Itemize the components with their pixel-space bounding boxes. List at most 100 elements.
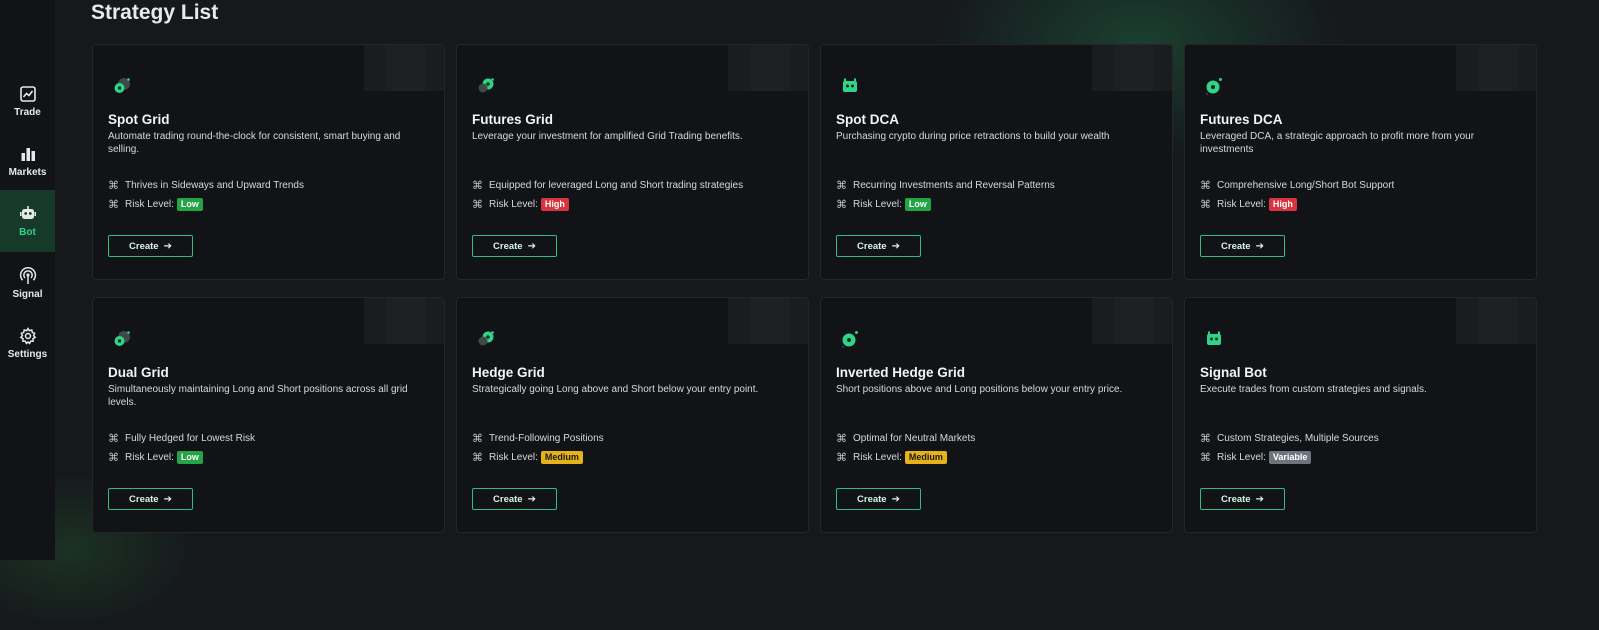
create-button[interactable]: Create ➔ <box>1200 488 1285 510</box>
card-decoration <box>1092 45 1172 91</box>
risk-badge: Low <box>176 198 203 211</box>
nav-item-trade[interactable]: Trade <box>0 70 55 132</box>
page-title: Strategy List <box>91 1 219 24</box>
card-decoration <box>364 45 444 91</box>
risk-badge: High <box>540 198 569 211</box>
create-label: Create <box>493 493 523 505</box>
create-button[interactable]: Create ➔ <box>472 488 557 510</box>
command-icon: ⌘ <box>1200 433 1211 445</box>
risk-badge: Low <box>176 451 203 464</box>
risk-level: ⌘ Risk Level: Low <box>108 198 203 211</box>
strategy-title: Signal Bot <box>1200 365 1267 380</box>
strategy-description: Leverage your investment for amplified G… <box>472 131 743 142</box>
card-decoration <box>1456 45 1536 91</box>
feature-text: Thrives in Sideways and Upward Trends <box>125 180 304 191</box>
arrow-right-icon: ➔ <box>891 240 900 252</box>
feature-text: Recurring Investments and Reversal Patte… <box>853 180 1055 191</box>
command-icon: ⌘ <box>108 433 119 445</box>
risk-label: Risk Level: <box>853 199 902 210</box>
strategy-title: Inverted Hedge Grid <box>836 365 966 380</box>
strategy-card: Spot DCA Purchasing crypto during price … <box>820 44 1173 280</box>
risk-label: Risk Level: <box>1217 199 1266 210</box>
strategy-card: Futures Grid Leverage your investment fo… <box>456 44 809 280</box>
strategy-card: Signal Bot Execute trades from custom st… <box>1184 297 1537 533</box>
risk-label: Risk Level: <box>489 199 538 210</box>
create-label: Create <box>129 240 159 252</box>
strategy-title: Dual Grid <box>108 365 169 380</box>
strategy-card: Dual Grid Simultaneously maintaining Lon… <box>92 297 445 533</box>
command-icon: ⌘ <box>1200 199 1211 211</box>
strategy-title: Futures DCA <box>1200 112 1283 127</box>
command-icon: ⌘ <box>108 180 119 192</box>
create-label: Create <box>857 240 887 252</box>
strategy-feature: ⌘ Equipped for leveraged Long and Short … <box>472 179 743 192</box>
create-label: Create <box>1221 240 1251 252</box>
create-button[interactable]: Create ➔ <box>472 235 557 257</box>
risk-badge: Medium <box>540 451 583 464</box>
bar-chart-icon <box>19 145 37 163</box>
command-icon: ⌘ <box>108 199 119 211</box>
strategy-title: Spot Grid <box>108 112 170 127</box>
command-icon: ⌘ <box>1200 452 1211 464</box>
strategy-title: Hedge Grid <box>472 365 545 380</box>
risk-level: ⌘ Risk Level: High <box>472 198 569 211</box>
strategy-description: Strategically going Long above and Short… <box>472 384 759 395</box>
strategy-card: Inverted Hedge Grid Short positions abov… <box>820 297 1173 533</box>
risk-label: Risk Level: <box>853 452 902 463</box>
broadcast-icon <box>19 266 37 285</box>
strategy-feature: ⌘ Trend-Following Positions <box>472 432 604 445</box>
command-icon: ⌘ <box>1200 180 1211 192</box>
grid-bot-icon <box>111 75 133 97</box>
feature-text: Comprehensive Long/Short Bot Support <box>1217 180 1395 191</box>
dca-bot-icon <box>839 75 861 97</box>
strategy-description: Simultaneously maintaining Long and Shor… <box>108 384 408 408</box>
nav-item-signal[interactable]: Signal <box>0 252 55 314</box>
strategy-feature: ⌘ Comprehensive Long/Short Bot Support <box>1200 179 1394 192</box>
strategy-description: Automate trading round-the-clock for con… <box>108 131 401 155</box>
risk-badge: Low <box>904 198 931 211</box>
nav-label: Markets <box>8 166 47 178</box>
strategy-title: Spot DCA <box>836 112 899 127</box>
command-icon: ⌘ <box>472 433 483 445</box>
create-button[interactable]: Create ➔ <box>836 235 921 257</box>
nav-item-settings[interactable]: Settings <box>0 312 55 374</box>
card-decoration <box>1456 298 1536 344</box>
arrow-right-icon: ➔ <box>527 493 536 505</box>
nav-item-markets[interactable]: Markets <box>0 130 55 192</box>
command-icon: ⌘ <box>836 452 847 464</box>
strategy-description: Execute trades from custom strategies an… <box>1200 384 1427 395</box>
risk-level: ⌘ Risk Level: Medium <box>472 451 583 464</box>
strategy-card: Spot Grid Automate trading round-the-clo… <box>92 44 445 280</box>
risk-badge: Medium <box>904 451 947 464</box>
create-label: Create <box>493 240 523 252</box>
futures-grid-icon <box>475 328 497 350</box>
create-button[interactable]: Create ➔ <box>836 488 921 510</box>
command-icon: ⌘ <box>108 452 119 464</box>
futures-dca-icon <box>839 328 861 350</box>
strategy-feature: ⌘ Optimal for Neutral Markets <box>836 432 975 445</box>
card-decoration <box>728 45 808 91</box>
feature-text: Fully Hedged for Lowest Risk <box>125 433 256 444</box>
command-icon: ⌘ <box>472 199 483 211</box>
strategy-card: Hedge Grid Strategically going Long abov… <box>456 297 809 533</box>
strategy-title: Futures Grid <box>472 112 554 127</box>
command-icon: ⌘ <box>836 199 847 211</box>
strategy-feature: ⌘ Recurring Investments and Reversal Pat… <box>836 179 1055 192</box>
robot-icon <box>19 205 37 223</box>
card-decoration <box>1092 298 1172 344</box>
create-button[interactable]: Create ➔ <box>1200 235 1285 257</box>
arrow-right-icon: ➔ <box>1255 493 1264 505</box>
risk-badge: High <box>1268 198 1297 211</box>
nav-item-bot[interactable]: Bot <box>0 190 55 252</box>
card-decoration <box>728 298 808 344</box>
create-button[interactable]: Create ➔ <box>108 235 193 257</box>
grid-bot-icon <box>111 328 133 350</box>
futures-dca-icon <box>1203 75 1225 97</box>
nav-label: Bot <box>19 226 36 238</box>
feature-text: Optimal for Neutral Markets <box>853 433 976 444</box>
create-label: Create <box>129 493 159 505</box>
card-decoration <box>364 298 444 344</box>
create-button[interactable]: Create ➔ <box>108 488 193 510</box>
create-label: Create <box>857 493 887 505</box>
nav-label: Signal <box>12 288 43 300</box>
